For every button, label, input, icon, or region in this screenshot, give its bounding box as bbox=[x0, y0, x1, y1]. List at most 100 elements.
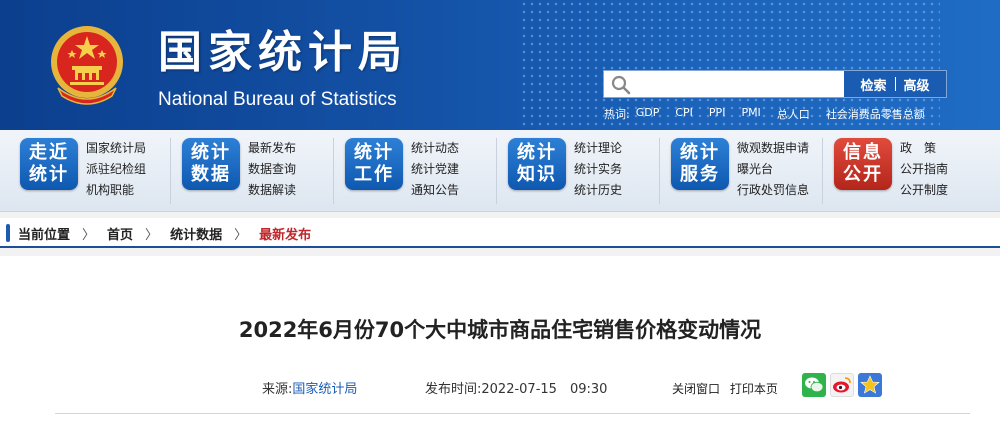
site-subtitle[interactable]: National Bureau of Statistics bbox=[158, 88, 397, 112]
nav-link[interactable]: 微观数据申请 bbox=[737, 138, 809, 159]
nav-link[interactable]: 公开制度 bbox=[900, 180, 948, 201]
nav-link[interactable]: 政 策 bbox=[900, 138, 948, 159]
national-emblem-icon[interactable] bbox=[48, 22, 126, 106]
nav-badge-line: 数据 bbox=[191, 164, 231, 185]
nav-badge-line: 统计 bbox=[191, 142, 231, 163]
nav-group-knowledge: 统计 知识 统计理论 统计实务 统计历史 bbox=[508, 138, 658, 204]
nav-link[interactable]: 行政处罚信息 bbox=[737, 180, 809, 201]
breadcrumb-data[interactable]: 统计数据 bbox=[170, 224, 222, 243]
nav-divider bbox=[659, 138, 660, 204]
nav-badge-data[interactable]: 统计 数据 bbox=[182, 138, 240, 190]
hot-word-link[interactable]: PPI bbox=[709, 106, 726, 122]
time-value: 2022-07-15 09:30 bbox=[481, 382, 608, 397]
nav-links: 微观数据申请 曝光台 行政处罚信息 bbox=[737, 138, 809, 201]
nav-badge-line: 统计 bbox=[517, 142, 557, 163]
nav-badge-knowledge[interactable]: 统计 知识 bbox=[508, 138, 566, 190]
main-nav: 走近 统计 国家统计局 派驻纪检组 机构职能 统计 数据 最新发布 数据查询 数… bbox=[0, 130, 1000, 212]
nav-badge-line: 信息 bbox=[843, 142, 883, 163]
nav-badge-line: 公开 bbox=[843, 164, 883, 185]
nav-badge-line: 工作 bbox=[354, 164, 394, 185]
hot-words-label: 热词: bbox=[604, 108, 630, 121]
search-button[interactable]: 检索 bbox=[860, 75, 886, 94]
breadcrumb-home[interactable]: 首页 bbox=[107, 224, 133, 243]
separator bbox=[894, 77, 896, 91]
close-window-link[interactable]: 关闭窗口 bbox=[672, 382, 720, 396]
nav-divider bbox=[170, 138, 171, 204]
nav-link[interactable]: 公开指南 bbox=[900, 159, 948, 180]
article-actions: 关闭窗口 打印本页 bbox=[672, 380, 778, 397]
breadcrumb-current[interactable]: 最新发布 bbox=[259, 224, 311, 243]
hot-word-link[interactable]: PMI bbox=[741, 106, 760, 122]
nav-link[interactable]: 机构职能 bbox=[86, 180, 146, 201]
nav-divider bbox=[822, 138, 823, 204]
advanced-search-button[interactable]: 高级 bbox=[904, 75, 930, 94]
weibo-icon[interactable] bbox=[830, 373, 854, 397]
favorite-star-icon[interactable] bbox=[858, 373, 882, 397]
article-source: 来源:国家统计局 bbox=[262, 378, 357, 397]
site-header: 国家统计局 National Bureau of Statistics 检索 高… bbox=[0, 0, 1000, 130]
nav-link[interactable]: 统计实务 bbox=[574, 159, 622, 180]
wechat-icon[interactable] bbox=[802, 373, 826, 397]
search-icon bbox=[611, 75, 631, 95]
breadcrumb-label: 当前位置 bbox=[18, 228, 71, 243]
nav-link[interactable]: 曝光台 bbox=[737, 159, 809, 180]
page: 国家统计局 National Bureau of Statistics 检索 高… bbox=[0, 0, 1000, 435]
hot-word-link[interactable]: GDP bbox=[636, 106, 660, 122]
divider bbox=[55, 413, 970, 414]
nav-badge-disclosure[interactable]: 信息 公开 bbox=[834, 138, 892, 190]
nav-badge-line: 统计 bbox=[29, 164, 69, 185]
breadcrumb-items: 当前位置 〉 首页 〉 统计数据 〉 最新发布 bbox=[18, 224, 311, 243]
nav-group-about: 走近 统计 国家统计局 派驻纪检组 机构职能 bbox=[20, 138, 170, 204]
nav-group-data: 统计 数据 最新发布 数据查询 数据解读 bbox=[182, 138, 332, 204]
nav-badge-line: 知识 bbox=[517, 164, 557, 185]
chevron-right-icon: 〉 bbox=[145, 228, 159, 243]
time-label: 发布时间: bbox=[425, 382, 482, 397]
nav-links: 最新发布 数据查询 数据解读 bbox=[248, 138, 296, 201]
share-buttons bbox=[802, 373, 882, 397]
nav-link[interactable]: 通知公告 bbox=[411, 180, 459, 201]
nav-group-work: 统计 工作 统计动态 统计党建 通知公告 bbox=[345, 138, 495, 204]
nav-badge-about[interactable]: 走近 统计 bbox=[20, 138, 78, 190]
nav-link[interactable]: 派驻纪检组 bbox=[86, 159, 146, 180]
nav-badge-line: 统计 bbox=[354, 142, 394, 163]
nav-link[interactable]: 统计党建 bbox=[411, 159, 459, 180]
nav-group-service: 统计 服务 微观数据申请 曝光台 行政处罚信息 bbox=[671, 138, 821, 204]
nav-link[interactable]: 国家统计局 bbox=[86, 138, 146, 159]
search-input[interactable] bbox=[638, 73, 838, 95]
article: 2022年6月份70个大中城市商品住宅销售价格变动情况 来源:国家统计局 发布时… bbox=[0, 256, 1000, 435]
nav-badge-work[interactable]: 统计 工作 bbox=[345, 138, 403, 190]
chevron-right-icon: 〉 bbox=[234, 228, 248, 243]
hot-word-link[interactable]: 总人口 bbox=[777, 106, 810, 122]
nav-links: 统计动态 统计党建 通知公告 bbox=[411, 138, 459, 201]
nav-link[interactable]: 数据查询 bbox=[248, 159, 296, 180]
nav-link[interactable]: 数据解读 bbox=[248, 180, 296, 201]
print-page-link[interactable]: 打印本页 bbox=[730, 382, 778, 396]
nav-link[interactable]: 统计动态 bbox=[411, 138, 459, 159]
article-time: 发布时间:2022-07-15 09:30 bbox=[425, 378, 607, 397]
breadcrumb-marker bbox=[6, 224, 10, 242]
nav-badge-line: 服务 bbox=[680, 164, 720, 185]
source-label: 来源: bbox=[262, 382, 293, 397]
nav-divider bbox=[333, 138, 334, 204]
nav-link[interactable]: 最新发布 bbox=[248, 138, 296, 159]
breadcrumb: 当前位置 〉 首页 〉 统计数据 〉 最新发布 bbox=[0, 218, 1000, 248]
source-link[interactable]: 国家统计局 bbox=[292, 382, 357, 397]
nav-badge-line: 走近 bbox=[29, 142, 69, 163]
site-title[interactable]: 国家统计局 bbox=[158, 28, 408, 78]
nav-links: 国家统计局 派驻纪检组 机构职能 bbox=[86, 138, 146, 201]
hot-word-link[interactable]: CPI bbox=[675, 106, 693, 122]
nav-links: 政 策 公开指南 公开制度 bbox=[900, 138, 948, 201]
search-box: 检索 高级 bbox=[603, 70, 947, 98]
hot-word-link[interactable]: 社会消费品零售总额 bbox=[826, 106, 925, 122]
nav-link[interactable]: 统计历史 bbox=[574, 180, 622, 201]
nav-badge-line: 统计 bbox=[680, 142, 720, 163]
nav-group-disclosure: 信息 公开 政 策 公开指南 公开制度 bbox=[834, 138, 984, 204]
nav-badge-service[interactable]: 统计 服务 bbox=[671, 138, 729, 190]
article-title: 2022年6月份70个大中城市商品住宅销售价格变动情况 bbox=[238, 318, 762, 342]
hot-words: 热词: GDP CPI PPI PMI 总人口 社会消费品零售总额 bbox=[604, 106, 941, 122]
nav-divider bbox=[496, 138, 497, 204]
nav-link[interactable]: 统计理论 bbox=[574, 138, 622, 159]
search-buttons: 检索 高级 bbox=[844, 71, 946, 97]
chevron-right-icon: 〉 bbox=[82, 228, 96, 243]
nav-links: 统计理论 统计实务 统计历史 bbox=[574, 138, 622, 201]
